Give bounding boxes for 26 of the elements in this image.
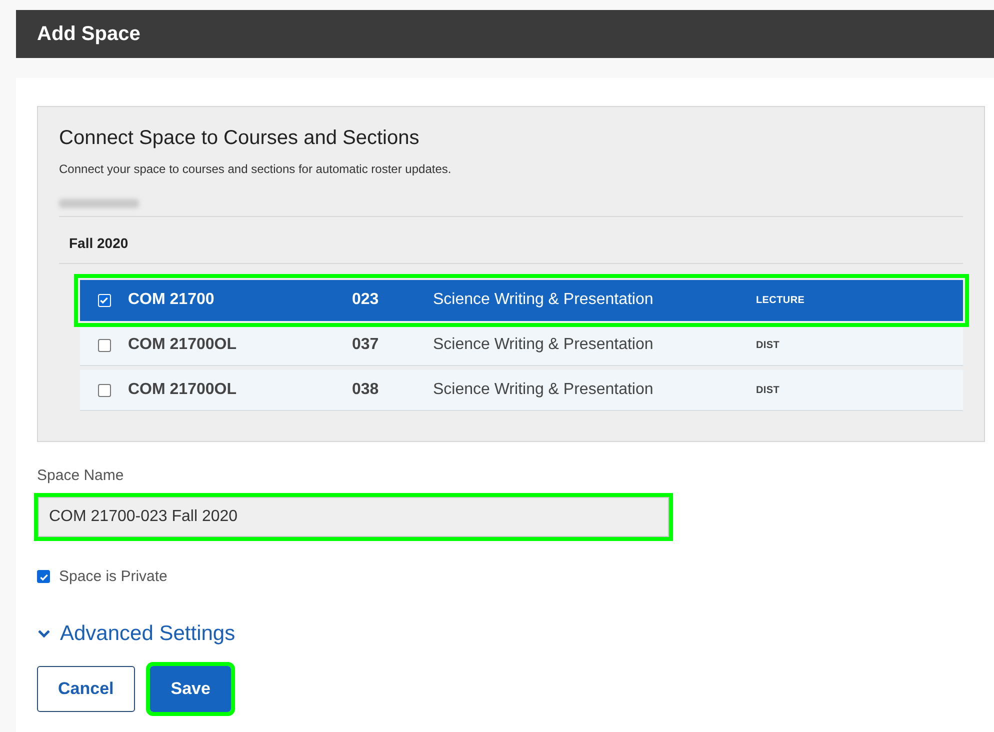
course-code: COM 21700OL [128,381,238,399]
window-title: Add Space [37,22,140,46]
course-code: COM 21700OL [128,336,238,354]
section-type: LECTURE [756,294,806,306]
section-heading: Connect Space to Courses and Sections [59,127,420,150]
section-number: 037 [352,336,380,354]
field-label: Space Name [37,467,124,484]
course-title: Science Writing & Presentation [433,291,654,309]
term-label: Fall 2020 [69,235,128,251]
checkbox[interactable] [98,384,110,396]
checkbox-label: Space is Private [59,568,168,585]
course-row[interactable]: COM 21700OL 037 Science Writing & Presentation DIST [80,325,963,366]
section-number: 038 [352,381,380,399]
course-row[interactable]: COM 21700OL 038 Science Writing & Presentation DIST [80,370,963,411]
course-code: COM 21700 [128,291,216,309]
course-title: Science Writing & Presentation [433,381,654,399]
section-number: 023 [352,291,380,309]
chevron-icon [37,629,51,639]
checkbox[interactable] [98,338,110,352]
course-title: Science Writing & Presentation [433,336,654,354]
section-type: DIST [756,340,781,350]
cancel-button[interactable]: Cancel [37,666,135,712]
section-type: DIST [756,384,781,396]
private-checkbox[interactable] [37,570,50,583]
advanced-settings-toggle[interactable]: Advanced Settings [37,622,236,646]
description-text: Connect your space to courses and sections for automatic roster updates. [59,162,452,176]
